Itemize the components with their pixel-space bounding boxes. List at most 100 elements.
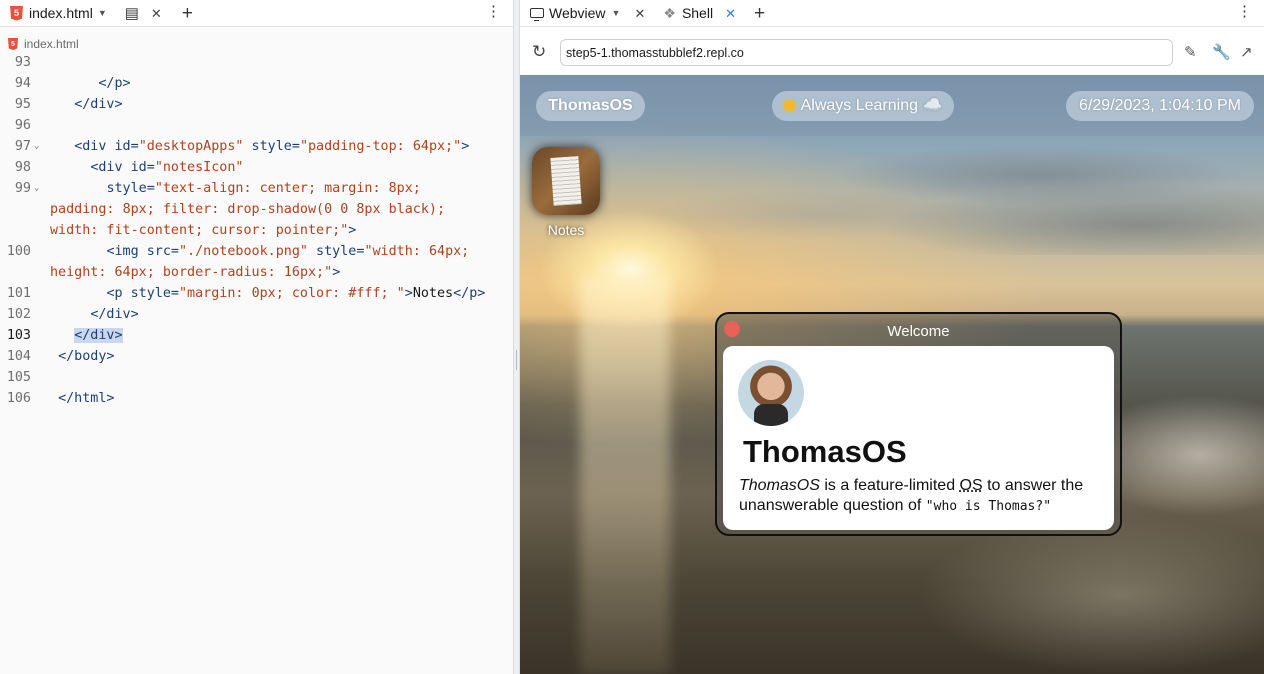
code-line[interactable]: 102 </div> (0, 304, 513, 325)
line-number: 101 (6, 286, 31, 301)
code-line[interactable]: 104 </body> (0, 346, 513, 367)
line-number: 98 (14, 160, 31, 175)
close-icon[interactable]: ✕ (151, 7, 162, 20)
code-line[interactable]: width: fit-content; cursor: pointer;"> (0, 220, 513, 241)
code-line[interactable]: 105 (0, 367, 513, 388)
breadcrumb[interactable]: 5 index.html (0, 34, 79, 54)
tab-shell[interactable]: ❖ Shell (663, 5, 713, 22)
wrench-icon[interactable]: 🔧 (1212, 43, 1231, 61)
close-icon[interactable]: ✕ (725, 7, 736, 20)
more-options-icon[interactable]: ⋮ (486, 4, 501, 19)
code-line[interactable]: 103 </div> (0, 325, 513, 346)
fold-chevron-icon[interactable]: ⌄ (34, 178, 39, 199)
code-token: "padding-top: (299, 139, 413, 154)
chevron-down-icon[interactable]: ▼ (612, 8, 621, 18)
code-token: </div> (74, 97, 123, 112)
close-icon[interactable]: ✕ (634, 7, 645, 20)
line-number: 103 (6, 328, 31, 343)
code-token: width: fit-content; cursor: pointer;" (50, 223, 349, 238)
window-content: ThomasOS ThomasOS is a feature-limited O… (723, 346, 1114, 530)
shell-icon: ❖ (663, 4, 676, 21)
code-token: id= (130, 160, 155, 175)
new-tab-plus-icon[interactable]: + (182, 4, 193, 23)
welcome-window[interactable]: Welcome ThomasOS ThomasOS is a feature-l… (715, 312, 1122, 536)
code-token: > (461, 139, 470, 154)
code-line[interactable]: 96 (0, 115, 513, 136)
outline-icon[interactable]: ▤ (125, 6, 139, 21)
code-text: <div id="notesIcon" (50, 157, 244, 178)
code-token: </div> (90, 307, 139, 322)
code-line[interactable]: 95 </div> (0, 94, 513, 115)
code-text: padding: 8px; filter: drop-shadow(0 0 8p… (50, 199, 445, 220)
tab-index-html[interactable]: 5 index.html ▼ (0, 0, 113, 27)
code-text: width: fit-content; cursor: pointer;"> (50, 220, 356, 241)
code-token: 8 (122, 202, 131, 217)
reload-icon[interactable]: ↻ (532, 42, 546, 62)
code-line[interactable]: 93 (0, 52, 513, 73)
code-token: px; border-radius: (130, 265, 284, 280)
code-line[interactable]: 99 ⌄ style="text-align: center; margin: 8… (0, 178, 513, 199)
code-token: 0 (251, 286, 260, 301)
code-token: 64 (428, 244, 446, 259)
code-token: px; (396, 181, 421, 196)
code-line[interactable]: height: 64px; border-radius: 16px;"> (0, 262, 513, 283)
code-token: id= (114, 139, 139, 154)
fold-chevron-icon[interactable]: ⌄ (34, 136, 39, 157)
line-number: 94 (14, 76, 31, 91)
line-number: 106 (6, 391, 31, 406)
code-text: </div> (50, 94, 123, 115)
code-token: "margin: (179, 286, 252, 301)
tab-shell-label: Shell (681, 5, 714, 21)
open-external-icon[interactable]: ↗ (1240, 43, 1253, 61)
status-pill[interactable]: Always Learning ☁️ (772, 91, 954, 121)
code-token: 16 (283, 265, 300, 280)
more-options-icon[interactable]: ⋮ (1237, 4, 1252, 19)
code-line[interactable]: 101 <p style="margin: 0px; color: #fff; … (0, 283, 513, 304)
url-field[interactable]: step5-1.thomasstubblef2.repl.co (560, 39, 1173, 66)
line-number: 95 (14, 97, 31, 112)
wallpaper-sun-reflection (580, 275, 670, 674)
code-token: 64 (114, 265, 131, 280)
code-token: </body> (58, 349, 115, 364)
monitor-icon (530, 8, 544, 21)
tab-label: index.html (29, 5, 93, 21)
code-token: px;" (428, 139, 462, 154)
code-token: "width: (364, 244, 429, 259)
chevron-down-icon[interactable]: ▼ (98, 8, 107, 18)
html5-file-icon: 5 (8, 38, 18, 50)
line-number: 100 (6, 244, 31, 259)
sun-icon (783, 100, 795, 111)
code-token: <img (106, 244, 147, 259)
code-token: "notesIcon" (154, 160, 244, 175)
tab-webview[interactable]: Webview ▼ (530, 5, 620, 21)
code-token: "./notebook.png" (179, 244, 308, 259)
new-tab-plus-icon[interactable]: + (754, 4, 765, 23)
tab-webview-label: Webview (549, 5, 606, 21)
code-token: > (332, 265, 341, 280)
code-token: > (404, 286, 413, 301)
code-token: 0 0 8 (324, 202, 365, 217)
code-line[interactable]: 106 </html> (0, 388, 513, 409)
os-brand-pill[interactable]: ThomasOS (536, 91, 645, 121)
notes-app-icon[interactable]: Notes (528, 147, 604, 238)
os-top-bar: ThomasOS Always Learning ☁️ 6/29/2023, 1… (520, 75, 1264, 136)
pencil-icon[interactable]: ✎ (1184, 43, 1197, 61)
code-token: </div> (74, 328, 123, 343)
line-number: 93 (14, 55, 31, 70)
welcome-description: ThomasOS is a feature-limited OS to answ… (739, 476, 1109, 517)
code-line[interactable]: 100 <img src="./notebook.png" style="wid… (0, 241, 513, 262)
code-line[interactable]: 97 ⌄ <div id="desktopApps" style="padding… (0, 136, 513, 157)
code-line[interactable]: padding: 8px; filter: drop-shadow(0 0 8p… (0, 199, 513, 220)
code-token: 8 (388, 181, 397, 196)
pane-splitter[interactable] (513, 0, 520, 674)
notes-label: Notes (547, 222, 585, 238)
line-number: 104 (6, 349, 31, 364)
code-line[interactable]: 94 </p> (0, 73, 513, 94)
code-token: px;" (299, 265, 333, 280)
code-token: 64 (412, 139, 429, 154)
code-line[interactable]: 98 <div id="notesIcon" (0, 157, 513, 178)
editor-tab-bar: 5 index.html ▼ ▤ ✕ + ⋮ (0, 0, 513, 27)
code-token: padding: (50, 202, 123, 217)
notebook-icon[interactable] (532, 147, 600, 215)
desc-text-1: is a feature-limited (819, 477, 960, 494)
